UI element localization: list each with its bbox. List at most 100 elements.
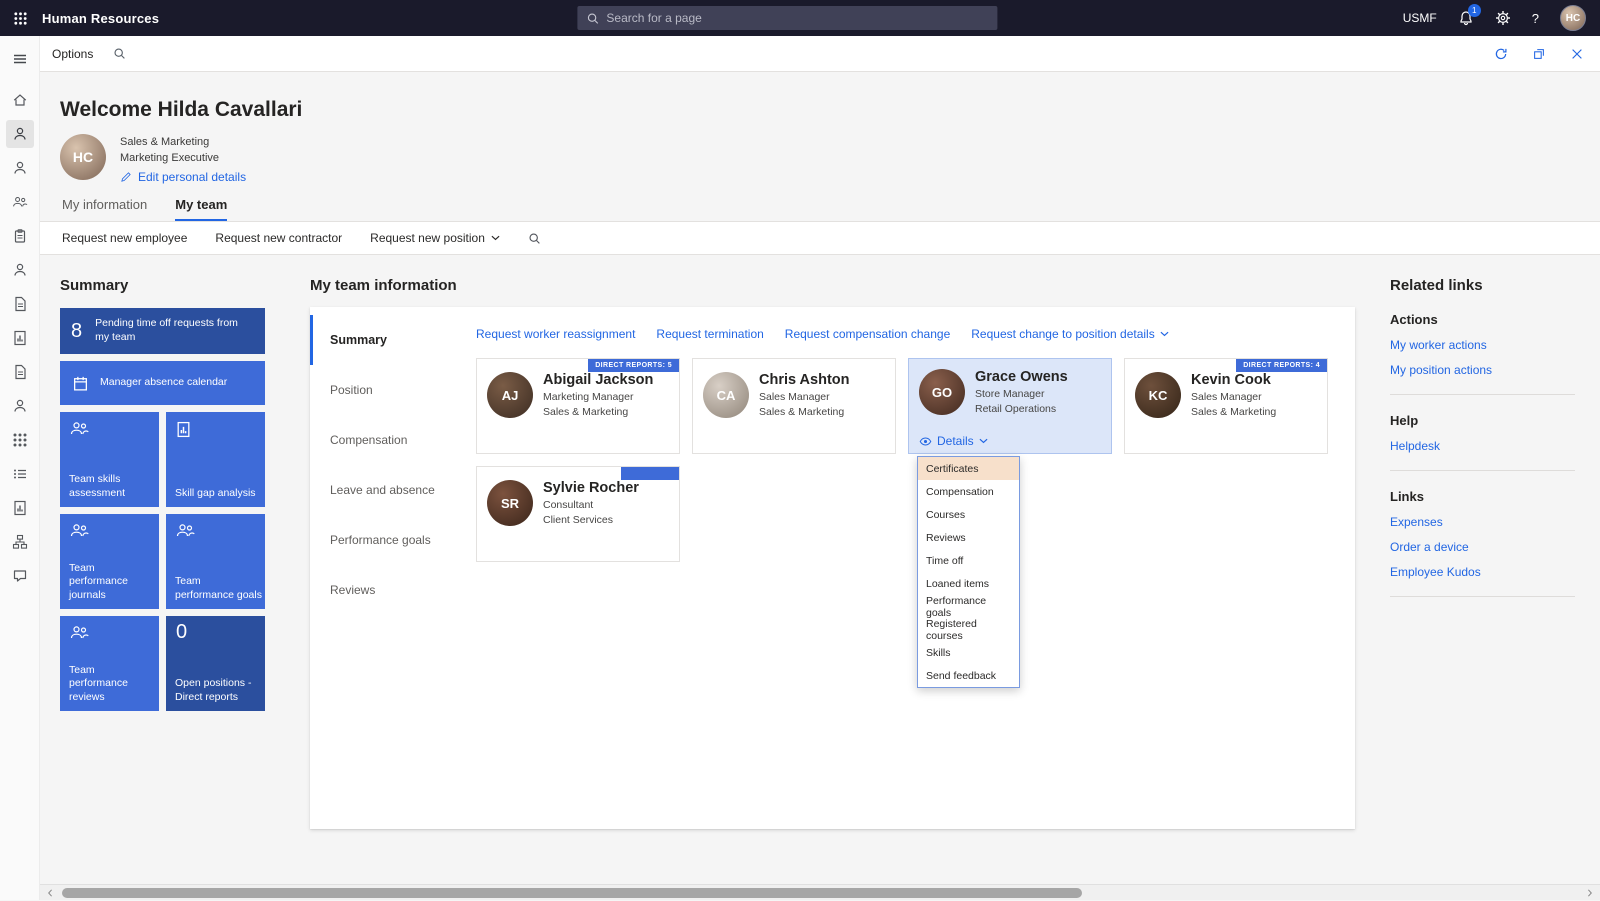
side-tab-position[interactable]: Position (310, 365, 462, 415)
nav-performance-icon[interactable] (6, 324, 34, 352)
edit-personal-details-link[interactable]: Edit personal details (120, 170, 246, 184)
global-search-input[interactable] (606, 11, 989, 25)
employee-name: Abigail Jackson (543, 372, 654, 388)
tile-pending-time-off-requests[interactable]: 8 Pending time off requests from my team (60, 308, 265, 354)
team-request-links: Request worker reassignment Request term… (476, 327, 1337, 341)
menu-item-send-feedback[interactable]: Send feedback (918, 664, 1019, 687)
toolbar-search-button[interactable] (113, 47, 126, 60)
horizontal-scrollbar[interactable] (40, 884, 1600, 900)
menu-item-performance-goals[interactable]: Performance goals (918, 595, 1019, 619)
tile-label: Team performance goals (175, 575, 262, 601)
menu-item-courses[interactable]: Courses (918, 503, 1019, 526)
expenses-link[interactable]: Expenses (1390, 515, 1575, 529)
actions-heading: Actions (1390, 312, 1438, 327)
nav-compensation-icon[interactable] (6, 358, 34, 386)
employee-card-chris-ashton[interactable]: CA Chris Ashton Sales Manager Sales & Ma… (692, 358, 896, 454)
global-search-box[interactable] (577, 6, 998, 30)
tile-label: Pending time off requests from my team (95, 317, 238, 343)
my-worker-actions-link[interactable]: My worker actions (1390, 338, 1575, 352)
close-icon[interactable] (1570, 47, 1584, 61)
help-button[interactable]: ? (1532, 11, 1539, 26)
hamburger-menu-icon[interactable] (6, 45, 34, 73)
nav-home-icon[interactable] (6, 86, 34, 114)
employee-name: Chris Ashton (759, 372, 850, 388)
scroll-left-arrow-icon[interactable] (42, 885, 58, 901)
tile-team-performance-goals[interactable]: Team performance goals (166, 514, 265, 609)
employee-card-grace-owens[interactable]: GO Grace Owens Store Manager Retail Oper… (908, 358, 1112, 688)
request-compensation-change-link[interactable]: Request compensation change (785, 327, 950, 341)
tile-team-performance-reviews[interactable]: Team performance reviews (60, 616, 159, 711)
nav-people-icon[interactable] (6, 256, 34, 284)
details-dropdown-button[interactable]: Details (919, 434, 988, 448)
employee-department: Sales & Marketing (759, 406, 845, 418)
request-new-position-button[interactable]: Request new position (370, 231, 500, 245)
employee-kudos-link[interactable]: Employee Kudos (1390, 565, 1575, 579)
search-icon (586, 12, 599, 25)
side-tab-performance-goals[interactable]: Performance goals (310, 515, 462, 565)
employee-avatar: SR (487, 480, 533, 526)
employee-card-kevin-cook[interactable]: DIRECT REPORTS: 4 KC Kevin Cook Sales Ma… (1124, 358, 1328, 454)
helpdesk-link[interactable]: Helpdesk (1390, 439, 1575, 453)
menu-item-time-off[interactable]: Time off (918, 549, 1019, 572)
request-new-employee-button[interactable]: Request new employee (62, 231, 187, 245)
employee-card-sylvie-rocher[interactable]: SR Sylvie Rocher Consultant Client Servi… (476, 466, 680, 562)
scroll-right-arrow-icon[interactable] (1582, 885, 1598, 901)
user-avatar[interactable]: HC (1560, 5, 1586, 31)
tile-team-performance-journals[interactable]: Team performance journals (60, 514, 159, 609)
my-position-actions-link[interactable]: My position actions (1390, 363, 1575, 377)
nav-organization-icon[interactable] (6, 426, 34, 454)
employee-info: Kevin Cook Sales Manager Sales & Marketi… (1191, 372, 1276, 453)
refresh-icon[interactable] (1494, 47, 1508, 61)
side-tab-compensation[interactable]: Compensation (310, 415, 462, 465)
side-tab-summary[interactable]: Summary (310, 315, 462, 365)
request-change-position-details-link[interactable]: Request change to position details (971, 327, 1168, 341)
open-in-new-window-icon[interactable] (1532, 47, 1546, 61)
action-strip-search-button[interactable] (528, 232, 541, 245)
menu-item-reviews[interactable]: Reviews (918, 526, 1019, 549)
menu-item-certificates[interactable]: Certificates (918, 457, 1019, 480)
my-team-section: My team information Summary Position Com… (310, 277, 1355, 829)
toolbar-window-controls (1494, 47, 1584, 61)
divider (1390, 394, 1575, 395)
request-worker-reassignment-link[interactable]: Request worker reassignment (476, 327, 635, 341)
tile-manager-absence-calendar[interactable]: Manager absence calendar (60, 361, 265, 405)
nav-reports-icon[interactable] (6, 460, 34, 488)
tile-skill-gap-analysis[interactable]: Skill gap analysis (166, 412, 265, 507)
options-button[interactable]: Options (52, 47, 93, 61)
nav-personnel-icon[interactable] (6, 154, 34, 182)
scrollbar-thumb[interactable] (62, 888, 1082, 898)
nav-workers-icon[interactable] (5, 120, 34, 148)
nav-teams-icon[interactable] (6, 188, 34, 216)
menu-item-registered-courses[interactable]: Registered courses (918, 618, 1019, 642)
tab-my-information[interactable]: My information (62, 197, 147, 221)
menu-item-skills[interactable]: Skills (918, 641, 1019, 664)
company-selector[interactable]: USMF (1403, 11, 1437, 25)
employee-info: Grace Owens Store Manager Retail Operati… (975, 369, 1068, 453)
nav-tasks-icon[interactable] (6, 222, 34, 250)
request-new-contractor-button[interactable]: Request new contractor (215, 231, 342, 245)
side-tab-reviews[interactable]: Reviews (310, 565, 462, 615)
employee-title: Store Manager (975, 388, 1045, 400)
menu-item-compensation[interactable]: Compensation (918, 480, 1019, 503)
eye-icon (919, 437, 932, 446)
nav-feedback-icon[interactable] (6, 562, 34, 590)
page-title: Welcome Hilda Cavallari (60, 98, 303, 121)
employee-card-abigail-jackson[interactable]: DIRECT REPORTS: 5 AJ Abigail Jackson Mar… (476, 358, 680, 454)
nav-leave-icon[interactable] (6, 290, 34, 318)
nav-learning-icon[interactable] (6, 494, 34, 522)
tile-team-skills-assessment[interactable]: Team skills assessment (60, 412, 159, 507)
notification-badge: 1 (1467, 4, 1481, 17)
settings-button[interactable] (1495, 10, 1511, 26)
side-tab-leave-and-absence[interactable]: Leave and absence (310, 465, 462, 515)
order-a-device-link[interactable]: Order a device (1390, 540, 1575, 554)
tile-count: 0 (176, 621, 188, 643)
tile-open-positions[interactable]: 0 Open positions - Direct reports (166, 616, 265, 711)
tab-my-team[interactable]: My team (175, 197, 228, 221)
menu-item-loaned-items[interactable]: Loaned items (918, 572, 1019, 595)
request-termination-link[interactable]: Request termination (656, 327, 763, 341)
nav-org-structure-icon[interactable] (6, 528, 34, 556)
nav-benefits-icon[interactable] (6, 392, 34, 420)
app-launcher-icon[interactable] (13, 11, 28, 26)
chevron-down-icon (979, 438, 988, 444)
notifications-button[interactable]: 1 (1458, 4, 1481, 26)
